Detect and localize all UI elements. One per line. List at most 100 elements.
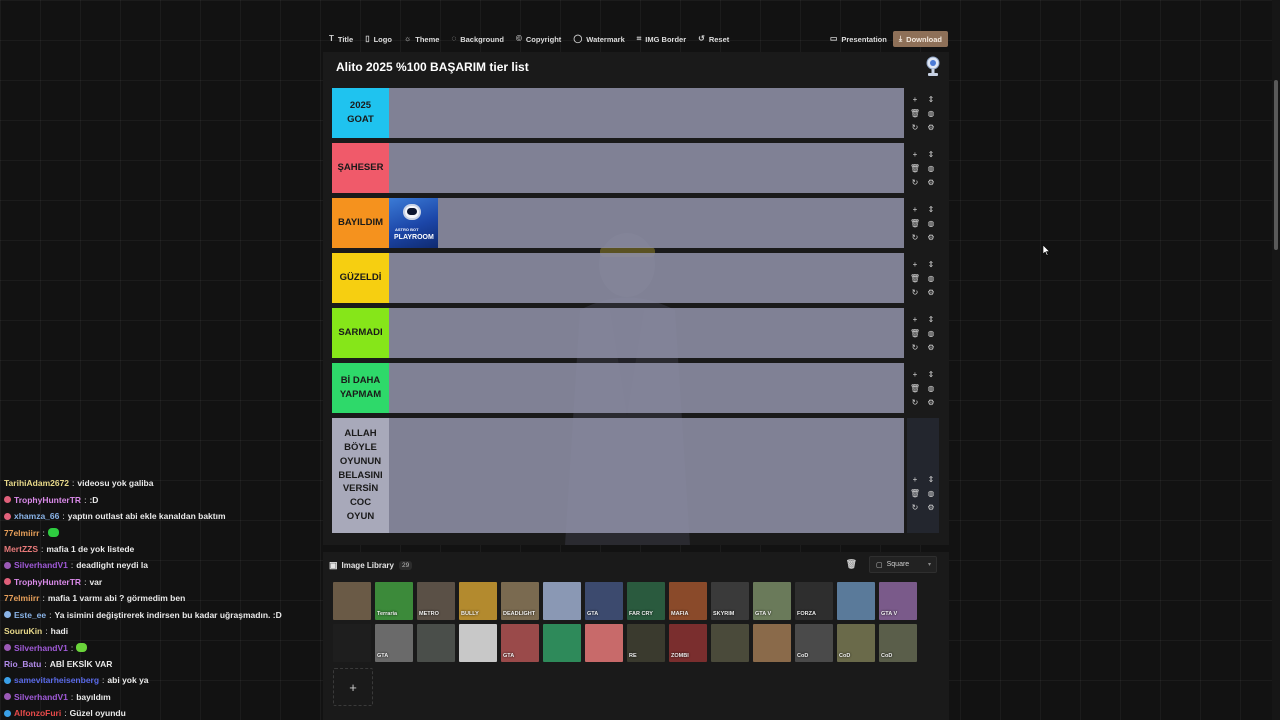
chat-username[interactable]: 77elmiirr (4, 593, 39, 603)
chat-username[interactable]: SouruKin (4, 626, 42, 636)
tier-drop-zone[interactable] (389, 308, 904, 358)
download-button[interactable]: ⤓ Download (892, 31, 948, 47)
trash-icon[interactable]: 🗑 (910, 273, 920, 284)
library-image-thumb[interactable]: CoD (795, 624, 833, 662)
move-icon[interactable]: ⇕ (928, 314, 935, 325)
trash-icon[interactable]: 🗑 (910, 383, 920, 394)
tier-drop-zone[interactable] (389, 253, 904, 303)
library-image-thumb[interactable]: Terraria (375, 582, 413, 620)
refresh-icon[interactable]: ↻ (912, 287, 919, 298)
add-image-button[interactable]: + (333, 668, 373, 706)
refresh-icon[interactable]: ↻ (912, 502, 919, 513)
gear-icon[interactable]: ⚙ (927, 397, 934, 408)
library-image-thumb[interactable]: DEADLIGHT (501, 582, 539, 620)
palette-icon[interactable]: ◍ (928, 383, 935, 394)
tier-label[interactable]: Bİ DAHA YAPMAM (332, 363, 389, 413)
palette-icon[interactable]: ◍ (928, 273, 935, 284)
library-image-thumb[interactable] (711, 624, 749, 662)
move-icon[interactable]: ⇕ (928, 204, 935, 215)
library-image-thumb[interactable]: RE (627, 624, 665, 662)
palette-icon[interactable]: ◍ (928, 488, 935, 499)
palette-icon[interactable]: ◍ (928, 328, 935, 339)
plus-icon[interactable]: + (913, 259, 918, 270)
library-image-thumb[interactable]: FORZA (795, 582, 833, 620)
library-image-thumb[interactable]: GTA (375, 624, 413, 662)
palette-icon[interactable]: ◍ (928, 218, 935, 229)
trash-icon[interactable]: 🗑 (910, 488, 920, 499)
tier-label[interactable]: ŞAHESER (332, 143, 389, 193)
refresh-icon[interactable]: ↻ (912, 397, 919, 408)
gear-icon[interactable]: ⚙ (927, 287, 934, 298)
chat-username[interactable]: AlfonzoFuri (14, 708, 61, 718)
library-image-thumb[interactable]: METRO (417, 582, 455, 620)
library-image-thumb[interactable]: GTA (585, 582, 623, 620)
gear-icon[interactable]: ⚙ (927, 177, 934, 188)
watermark-button[interactable]: ◯ Watermark (567, 29, 630, 49)
scrollbar-thumb[interactable] (1274, 80, 1278, 250)
gear-icon[interactable]: ⚙ (927, 502, 934, 513)
shape-select[interactable]: ▢ Square ▾ (869, 556, 937, 573)
library-image-thumb[interactable] (837, 582, 875, 620)
tier-drop-zone[interactable] (389, 88, 904, 138)
library-image-thumb[interactable]: GTA V (753, 582, 791, 620)
theme-button[interactable]: ☼ Theme (398, 29, 446, 49)
library-image-thumb[interactable]: CoD (837, 624, 875, 662)
title-button[interactable]: T Title (323, 29, 359, 49)
page-scrollbar[interactable] (1272, 0, 1280, 720)
library-image-thumb[interactable]: CoD (879, 624, 917, 662)
plus-icon[interactable]: + (913, 474, 918, 485)
tier-label[interactable]: SARMADI (332, 308, 389, 358)
plus-icon[interactable]: + (913, 94, 918, 105)
copyright-button[interactable]: © Copyright (510, 29, 567, 49)
trash-icon[interactable]: 🗑 (910, 328, 920, 339)
plus-icon[interactable]: + (913, 204, 918, 215)
tier-label[interactable]: GÜZELDİ (332, 253, 389, 303)
library-image-thumb[interactable] (543, 582, 581, 620)
palette-icon[interactable]: ◍ (928, 163, 935, 174)
tier-drop-zone[interactable] (389, 143, 904, 193)
move-icon[interactable]: ⇕ (928, 94, 935, 105)
reset-button[interactable]: ↺ Reset (692, 29, 735, 49)
img-border-button[interactable]: ⌗ IMG Border (631, 29, 692, 49)
refresh-icon[interactable]: ↻ (912, 122, 919, 133)
tier-drop-zone[interactable]: ASTRO BOT PLAYROOM (389, 198, 904, 248)
library-image-thumb[interactable] (459, 624, 497, 662)
presentation-button[interactable]: ▭ Presentation (824, 29, 893, 49)
tier-drop-zone[interactable] (389, 363, 904, 413)
refresh-icon[interactable]: ↻ (912, 177, 919, 188)
library-image-thumb[interactable] (417, 624, 455, 662)
tier-label[interactable]: ALLAH BÖYLE OYUNUN BELASINI VERSİN COC O… (332, 418, 389, 533)
tier-label[interactable]: BAYILDIM (332, 198, 389, 248)
library-image-thumb[interactable]: BULLY (459, 582, 497, 620)
plus-icon[interactable]: + (913, 149, 918, 160)
library-image-thumb[interactable] (585, 624, 623, 662)
plus-icon[interactable]: + (913, 369, 918, 380)
trash-icon[interactable]: 🗑 (910, 163, 920, 174)
chat-username[interactable]: TarihiAdam2672 (4, 478, 69, 488)
refresh-icon[interactable]: ↻ (912, 232, 919, 243)
chat-username[interactable]: samevitarheisenberg (14, 675, 99, 685)
chat-username[interactable]: 77elmiirr (4, 528, 39, 538)
chat-username[interactable]: MertZZS (4, 544, 38, 554)
move-icon[interactable]: ⇕ (928, 369, 935, 380)
library-image-thumb[interactable] (333, 624, 371, 662)
tier-label[interactable]: 2025 GOAT (332, 88, 389, 138)
background-button[interactable]: ◌ Background (445, 29, 510, 49)
chat-username[interactable]: Rio_Batu (4, 659, 41, 669)
trash-icon[interactable]: 🗑 (846, 559, 857, 570)
chat-username[interactable]: TrophyHunterTR (14, 577, 81, 587)
move-icon[interactable]: ⇕ (928, 149, 935, 160)
library-image-thumb[interactable]: ZOMBI (669, 624, 707, 662)
library-image-thumb[interactable] (333, 582, 371, 620)
gear-icon[interactable]: ⚙ (927, 342, 934, 353)
gear-icon[interactable]: ⚙ (927, 122, 934, 133)
chat-username[interactable]: SilverhandV1 (14, 643, 68, 653)
astro-bot-playroom-image[interactable]: ASTRO BOT PLAYROOM (389, 198, 438, 248)
plus-icon[interactable]: + (913, 314, 918, 325)
library-image-thumb[interactable]: GTA V (879, 582, 917, 620)
move-icon[interactable]: ⇕ (928, 259, 935, 270)
library-image-thumb[interactable] (753, 624, 791, 662)
tier-list-title[interactable]: Alito 2025 %100 BAŞARIM tier list (336, 60, 529, 74)
chat-username[interactable]: xhamza_66 (14, 511, 59, 521)
gear-icon[interactable]: ⚙ (927, 232, 934, 243)
